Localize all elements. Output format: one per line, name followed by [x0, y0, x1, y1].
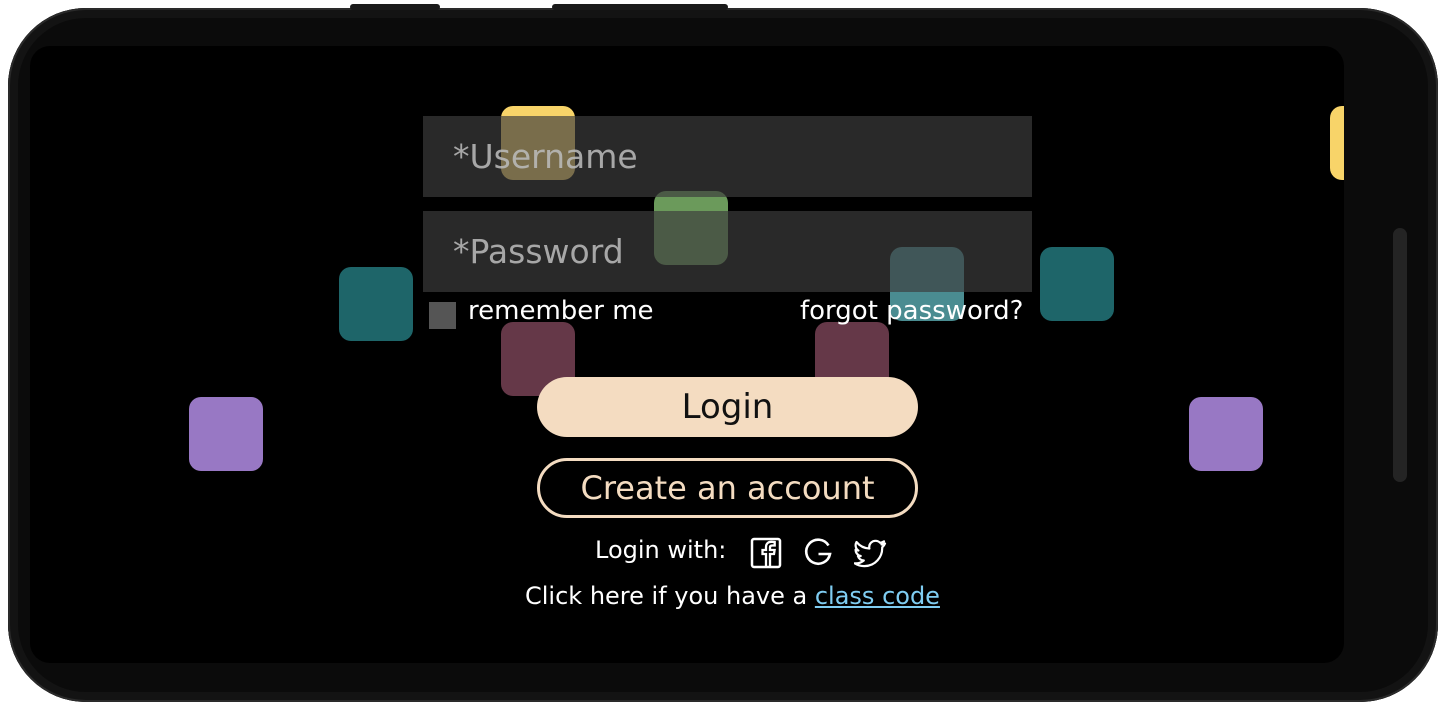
username-input[interactable] [423, 116, 1032, 197]
google-icon[interactable] [802, 537, 834, 569]
phone-speaker-right [1393, 228, 1407, 482]
phone-side-button-top-left [350, 4, 440, 10]
class-code-line: Click here if you have a class code [525, 582, 940, 610]
decorative-tile-purple-right [1189, 397, 1263, 471]
app-screen: remember me forgot password? Login Creat… [30, 46, 1344, 663]
remember-me-checkbox[interactable] [429, 302, 456, 329]
decorative-tile-teal-left [339, 267, 413, 341]
class-code-prefix: Click here if you have a [525, 582, 815, 610]
decorative-tile-teal-right [1040, 247, 1114, 321]
twitter-icon[interactable] [853, 537, 887, 569]
class-code-link[interactable]: class code [815, 582, 940, 610]
facebook-icon[interactable] [750, 537, 782, 569]
login-with-label: Login with: [595, 536, 727, 564]
forgot-password-link[interactable]: forgot password? [800, 296, 1023, 326]
create-account-button[interactable]: Create an account [537, 458, 918, 518]
password-input[interactable] [423, 211, 1032, 292]
phone-side-button-top-right [552, 4, 728, 10]
remember-me-label[interactable]: remember me [468, 296, 654, 326]
decorative-tile-purple-left [189, 397, 263, 471]
login-button[interactable]: Login [537, 377, 918, 437]
decorative-tile-yellow-edge [1330, 106, 1344, 180]
